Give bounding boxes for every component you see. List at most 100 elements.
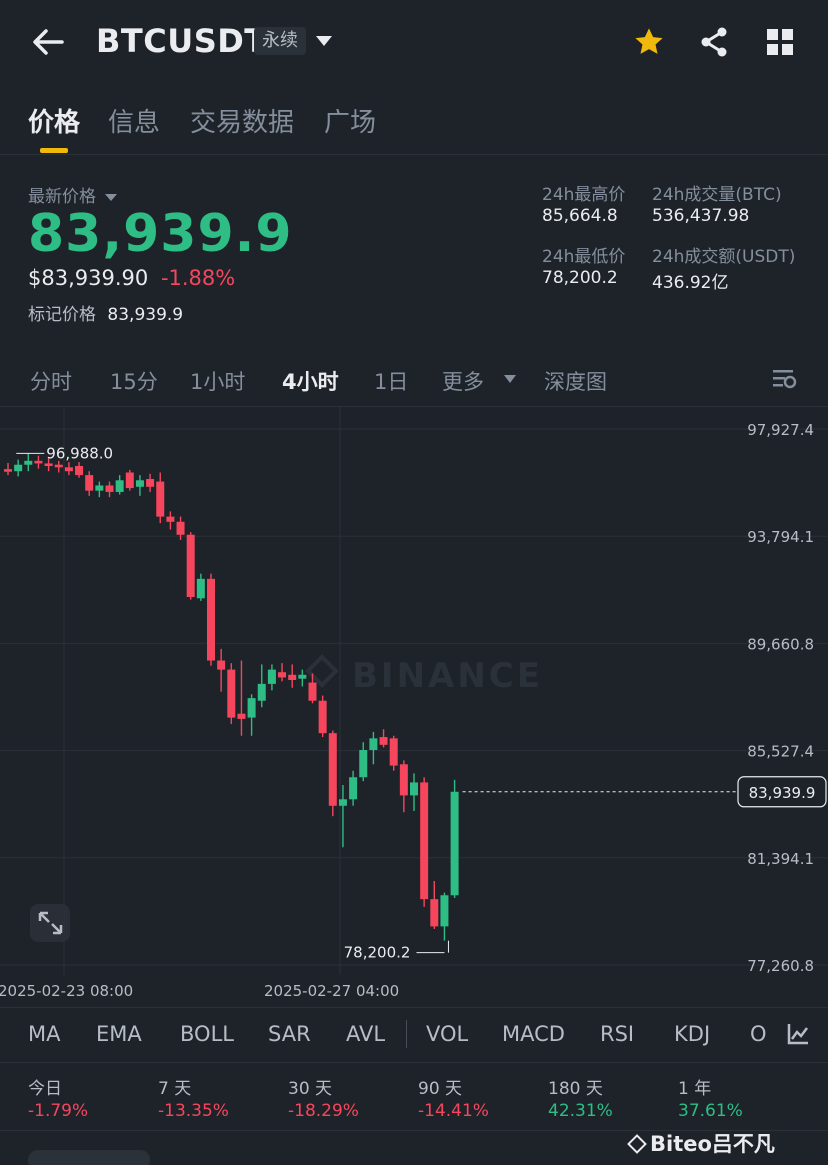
contract-type-badge: 永续	[254, 27, 306, 55]
indicator-obv-partial[interactable]: O	[750, 1022, 766, 1046]
tab-info[interactable]: 信息	[108, 102, 160, 139]
back-arrow-icon[interactable]	[30, 26, 66, 58]
interval-more[interactable]: 更多	[442, 366, 484, 396]
candle-body	[267, 669, 276, 684]
candle-body	[44, 463, 53, 467]
candle-body	[328, 733, 337, 806]
usd-price-line: $83,939.90 -1.88%	[28, 266, 235, 290]
high-24h-label: 24h最高价	[542, 185, 626, 205]
candle-body	[389, 738, 398, 766]
candle-body	[115, 480, 124, 492]
candle-body	[420, 782, 429, 900]
candle-body	[298, 674, 307, 679]
diamond-logo-icon	[627, 1134, 647, 1154]
tabs-divider	[0, 154, 828, 155]
interval-1d[interactable]: 1日	[374, 366, 408, 396]
candle-body	[4, 469, 12, 472]
candle-body	[186, 534, 195, 597]
candle-body	[34, 460, 43, 464]
candle-body	[308, 682, 317, 701]
candle-body	[288, 674, 297, 680]
mark-price: 83,939.9	[107, 305, 184, 325]
candle-body	[349, 777, 358, 800]
indicator-boll[interactable]: BOLL	[180, 1022, 234, 1046]
more-dropdown-icon[interactable]	[504, 375, 516, 383]
stats-top-divider	[0, 1062, 828, 1063]
indicator-top-divider	[0, 1007, 828, 1008]
candle-body	[105, 485, 114, 492]
usd-price: $83,939.90	[28, 266, 149, 290]
y-axis-label: 77,260.8	[747, 957, 814, 975]
perf-label-90d: 90 天	[418, 1079, 463, 1099]
interval-4h[interactable]: 4小时	[282, 366, 339, 396]
candle-body	[156, 481, 165, 517]
indicator-ma[interactable]: MA	[28, 1022, 60, 1046]
candle-body	[430, 899, 439, 927]
candle-body	[359, 750, 368, 778]
indicator-settings-icon[interactable]	[786, 1022, 810, 1046]
menu-grid-icon[interactable]	[766, 28, 794, 56]
user-watermark: Biteo吕不凡	[627, 1128, 775, 1158]
candle-body	[338, 799, 347, 806]
last-price: 83,939.9	[28, 204, 293, 264]
interval-depth-chart[interactable]: 深度图	[544, 366, 607, 396]
share-icon[interactable]	[698, 26, 730, 58]
mark-price-label: 标记价格	[28, 305, 96, 325]
y-axis-label: 89,660.8	[747, 635, 814, 653]
interval-timeshare[interactable]: 分时	[30, 366, 72, 396]
low-marker-label: 78,200.2	[344, 944, 411, 962]
indicator-ema[interactable]: EMA	[96, 1022, 142, 1046]
interval-1h[interactable]: 1小时	[190, 366, 245, 396]
bottom-tab-pill[interactable]	[28, 1150, 150, 1165]
favorite-star-icon[interactable]	[632, 26, 666, 58]
chart-settings-icon[interactable]	[772, 368, 798, 390]
binance-watermark: BINANCE	[352, 656, 543, 696]
candle-body	[227, 669, 236, 718]
active-tab-indicator	[40, 148, 68, 153]
candle-body	[75, 466, 84, 476]
candle-body	[196, 578, 205, 599]
indicator-sar[interactable]: SAR	[268, 1022, 311, 1046]
symbol-dropdown-icon[interactable]	[316, 36, 332, 46]
perf-label-180d: 180 天	[548, 1079, 603, 1099]
candle-body	[166, 516, 175, 522]
perf-value-7d: -13.35%	[158, 1101, 229, 1121]
fullscreen-toggle-icon[interactable]	[30, 904, 70, 942]
current-price-tag-label: 83,939.9	[749, 784, 816, 802]
candle-body	[24, 460, 33, 465]
candle-body	[207, 578, 215, 661]
candle-body	[369, 738, 378, 751]
candlestick-chart[interactable]: 97,927.4 93,794.1 89,660.8 85,527.4 81,394.1…	[0, 407, 828, 1007]
x-axis-label: 2025-02-27 04:00	[264, 982, 399, 1000]
y-axis-label: 85,527.4	[747, 743, 814, 761]
indicator-macd[interactable]: MACD	[502, 1022, 565, 1046]
perf-value-90d: -14.41%	[418, 1101, 489, 1121]
symbol-title[interactable]: BTCUSDT	[96, 22, 267, 60]
candle-body	[318, 700, 327, 734]
tab-price[interactable]: 价格	[28, 102, 80, 139]
candle-body	[237, 713, 246, 719]
y-axis-label: 97,927.4	[747, 421, 814, 439]
y-axis-label: 81,394.1	[747, 850, 814, 868]
candle-body	[399, 764, 408, 796]
indicator-vol[interactable]: VOL	[426, 1022, 468, 1046]
x-axis-label: 2025-02-23 08:00	[0, 982, 133, 1000]
perf-label-30d: 30 天	[288, 1079, 333, 1099]
interval-15m[interactable]: 15分	[110, 366, 158, 396]
tab-trading-data[interactable]: 交易数据	[190, 102, 294, 139]
indicator-avl[interactable]: AVL	[346, 1022, 385, 1046]
perf-value-180d: 42.31%	[548, 1101, 613, 1121]
indicator-rsi[interactable]: RSI	[600, 1022, 634, 1046]
vol-btc-label: 24h成交量(BTC)	[652, 185, 782, 205]
tab-square[interactable]: 广场	[324, 102, 376, 139]
candle-body	[64, 467, 73, 472]
candle-body	[85, 475, 94, 491]
candle-body	[278, 672, 287, 678]
indicator-kdj[interactable]: KDJ	[674, 1022, 710, 1046]
perf-label-7d: 7 天	[158, 1079, 192, 1099]
candle-body	[217, 660, 226, 670]
candle-body	[450, 791, 459, 896]
candle-body	[146, 478, 155, 487]
vol-usdt-label: 24h成交额(USDT)	[652, 247, 796, 267]
candle-body	[135, 480, 144, 487]
